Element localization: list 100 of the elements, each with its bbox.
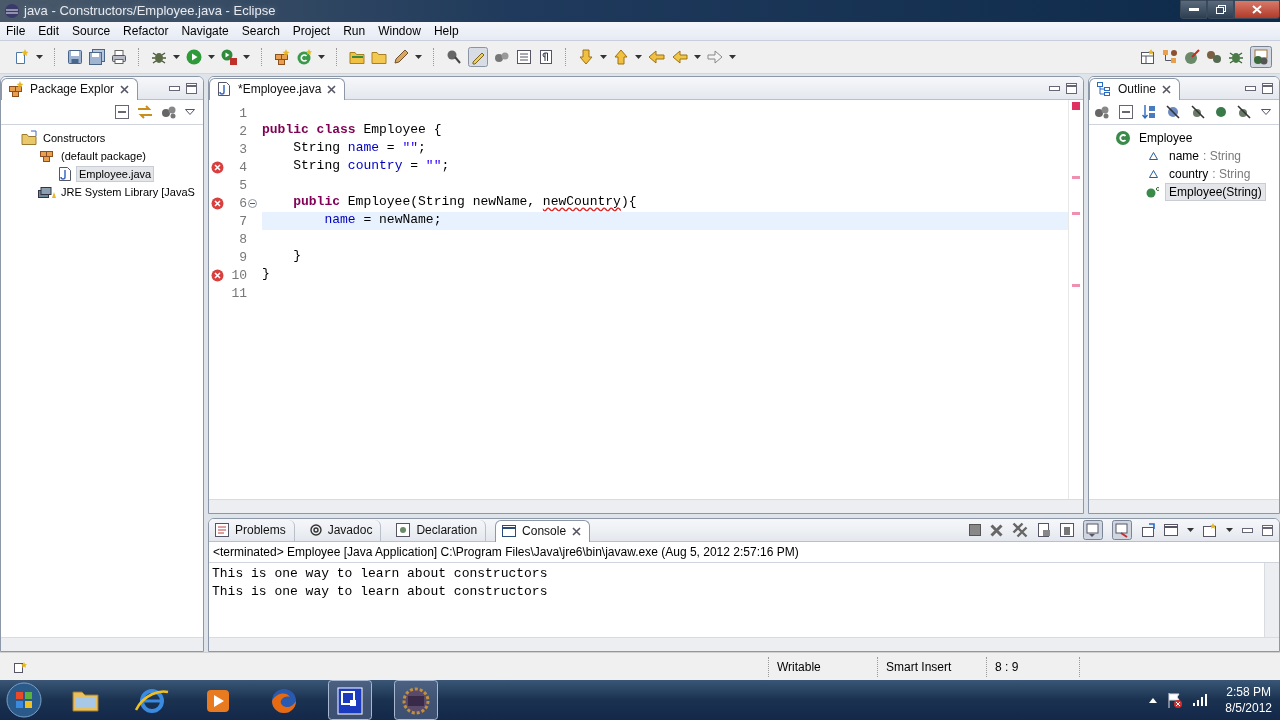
print-icon[interactable]	[111, 48, 127, 65]
menu-item[interactable]: Project	[287, 23, 339, 38]
close-button[interactable]	[1234, 0, 1280, 19]
view-menu-icon[interactable]	[185, 109, 195, 116]
tree-item[interactable]: (default package)	[58, 148, 149, 165]
sort-icon[interactable]	[1142, 104, 1156, 121]
save-all-icon[interactable]	[89, 48, 105, 65]
hierarchy-icon[interactable]	[1162, 48, 1178, 65]
pin-icon[interactable]	[1141, 523, 1155, 538]
gear-icon[interactable]	[394, 680, 438, 720]
view-tab[interactable]: Declaration	[390, 519, 487, 541]
new-console-icon[interactable]	[1203, 523, 1217, 538]
maximize-icon[interactable]	[1262, 524, 1273, 536]
window-icon[interactable]	[328, 680, 372, 720]
brush-icon[interactable]	[1184, 48, 1200, 65]
caret-icon[interactable]	[318, 54, 325, 59]
menu-item[interactable]: Window	[373, 23, 429, 38]
page-layout-icon[interactable]	[516, 48, 532, 65]
tree-item[interactable]: Constructors	[40, 130, 109, 147]
caret-icon[interactable]	[635, 54, 642, 59]
save-icon[interactable]	[67, 48, 83, 65]
run-icon[interactable]	[186, 48, 202, 65]
tree-item[interactable]: JRE System Library [JavaS	[58, 184, 198, 201]
caret-icon[interactable]	[694, 54, 701, 59]
signal-icon[interactable]	[1193, 694, 1208, 706]
view-tab[interactable]: Problems	[209, 519, 295, 541]
maximize-icon[interactable]	[1066, 82, 1077, 94]
pencil-icon[interactable]	[393, 48, 409, 65]
hide-local-types-icon[interactable]	[1236, 104, 1252, 121]
caret-icon[interactable]	[729, 54, 736, 59]
filters-icon[interactable]	[1094, 105, 1110, 120]
view-menu-icon[interactable]	[1261, 109, 1271, 116]
package-icon[interactable]	[274, 48, 290, 65]
terminate-icon[interactable]	[969, 524, 981, 537]
remove-launch-icon[interactable]	[990, 523, 1003, 537]
tree-item[interactable]: name : String	[1165, 147, 1246, 166]
caret-icon[interactable]	[415, 54, 422, 59]
editor-tab[interactable]: *Employee.java	[209, 77, 346, 100]
flag-icon[interactable]	[1167, 692, 1184, 708]
clock-date[interactable]: 8/5/2012	[1225, 700, 1272, 716]
minimize-icon[interactable]	[1242, 527, 1253, 533]
menu-item[interactable]: Search	[236, 23, 288, 38]
maximize-icon[interactable]	[1262, 82, 1273, 94]
scroll-lock-icon[interactable]	[1060, 523, 1074, 538]
menu-item[interactable]: Source	[67, 23, 119, 38]
horizontal-scrollbar[interactable]	[1089, 499, 1279, 514]
minimize-icon[interactable]	[1245, 85, 1256, 91]
menu-item[interactable]: Run	[338, 23, 374, 38]
display-console-icon[interactable]	[1164, 523, 1178, 538]
tree-item[interactable]: Employee	[1135, 129, 1197, 148]
last-edit-icon[interactable]	[648, 48, 666, 65]
error-marker[interactable]	[1072, 284, 1080, 288]
hide-fields-icon[interactable]	[1165, 104, 1181, 121]
highlight-icon[interactable]	[468, 46, 488, 67]
tray-expand-icon[interactable]	[1149, 697, 1158, 703]
open-perspective-icon[interactable]	[1140, 48, 1156, 65]
close-icon[interactable]	[120, 84, 130, 94]
collapse-all-icon[interactable]	[115, 105, 129, 120]
minimize-button[interactable]	[1180, 0, 1207, 19]
horizontal-scrollbar[interactable]	[209, 637, 1279, 652]
next-annotation-icon[interactable]	[578, 48, 594, 65]
error-marker[interactable]	[1072, 212, 1080, 216]
maximize-button[interactable]	[1207, 0, 1234, 19]
run-tool-icon[interactable]	[221, 48, 237, 65]
tree-item[interactable]: Employee(String)	[1165, 183, 1266, 202]
view-tab[interactable]: Package Explor	[1, 77, 139, 100]
fast-view-icon[interactable]	[14, 660, 28, 673]
horizontal-scrollbar[interactable]	[1, 637, 203, 652]
close-icon[interactable]	[327, 84, 337, 94]
caret-icon[interactable]	[36, 54, 43, 59]
start-orb-icon[interactable]	[6, 682, 42, 718]
fold-icon[interactable]	[248, 198, 257, 208]
show-error-icon[interactable]	[1112, 520, 1132, 541]
tree-item[interactable]: Employee.java	[76, 166, 155, 183]
menu-item[interactable]: File	[1, 23, 34, 38]
caret-icon[interactable]	[173, 54, 180, 59]
menu-item[interactable]: Edit	[33, 23, 68, 38]
caret-icon[interactable]	[1187, 528, 1194, 533]
caret-icon[interactable]	[600, 54, 607, 59]
minimize-icon[interactable]	[169, 85, 180, 91]
maximize-icon[interactable]	[186, 82, 197, 94]
menu-item[interactable]: Navigate	[176, 23, 237, 38]
new-class-icon[interactable]	[296, 48, 312, 65]
close-icon[interactable]	[1162, 84, 1172, 94]
horizontal-scrollbar[interactable]	[209, 499, 1083, 514]
error-summary-icon[interactable]	[1072, 102, 1080, 111]
caret-icon[interactable]	[208, 54, 215, 59]
link-editor-icon[interactable]	[137, 105, 153, 120]
minimize-icon[interactable]	[1049, 85, 1060, 91]
collapse-all-icon[interactable]	[1119, 105, 1133, 120]
caret-icon[interactable]	[243, 54, 250, 59]
view-tab[interactable]: Console	[495, 519, 591, 542]
menu-item[interactable]: Help	[428, 23, 467, 38]
error-marker[interactable]	[1072, 176, 1080, 180]
filters-icon[interactable]	[161, 105, 177, 120]
previous-annotation-icon[interactable]	[613, 48, 629, 65]
show-output-icon[interactable]	[1083, 520, 1103, 541]
new-file-icon[interactable]	[14, 48, 30, 65]
java-perspective-icon[interactable]	[1250, 45, 1272, 68]
view-tab[interactable]: Outline	[1089, 77, 1181, 100]
